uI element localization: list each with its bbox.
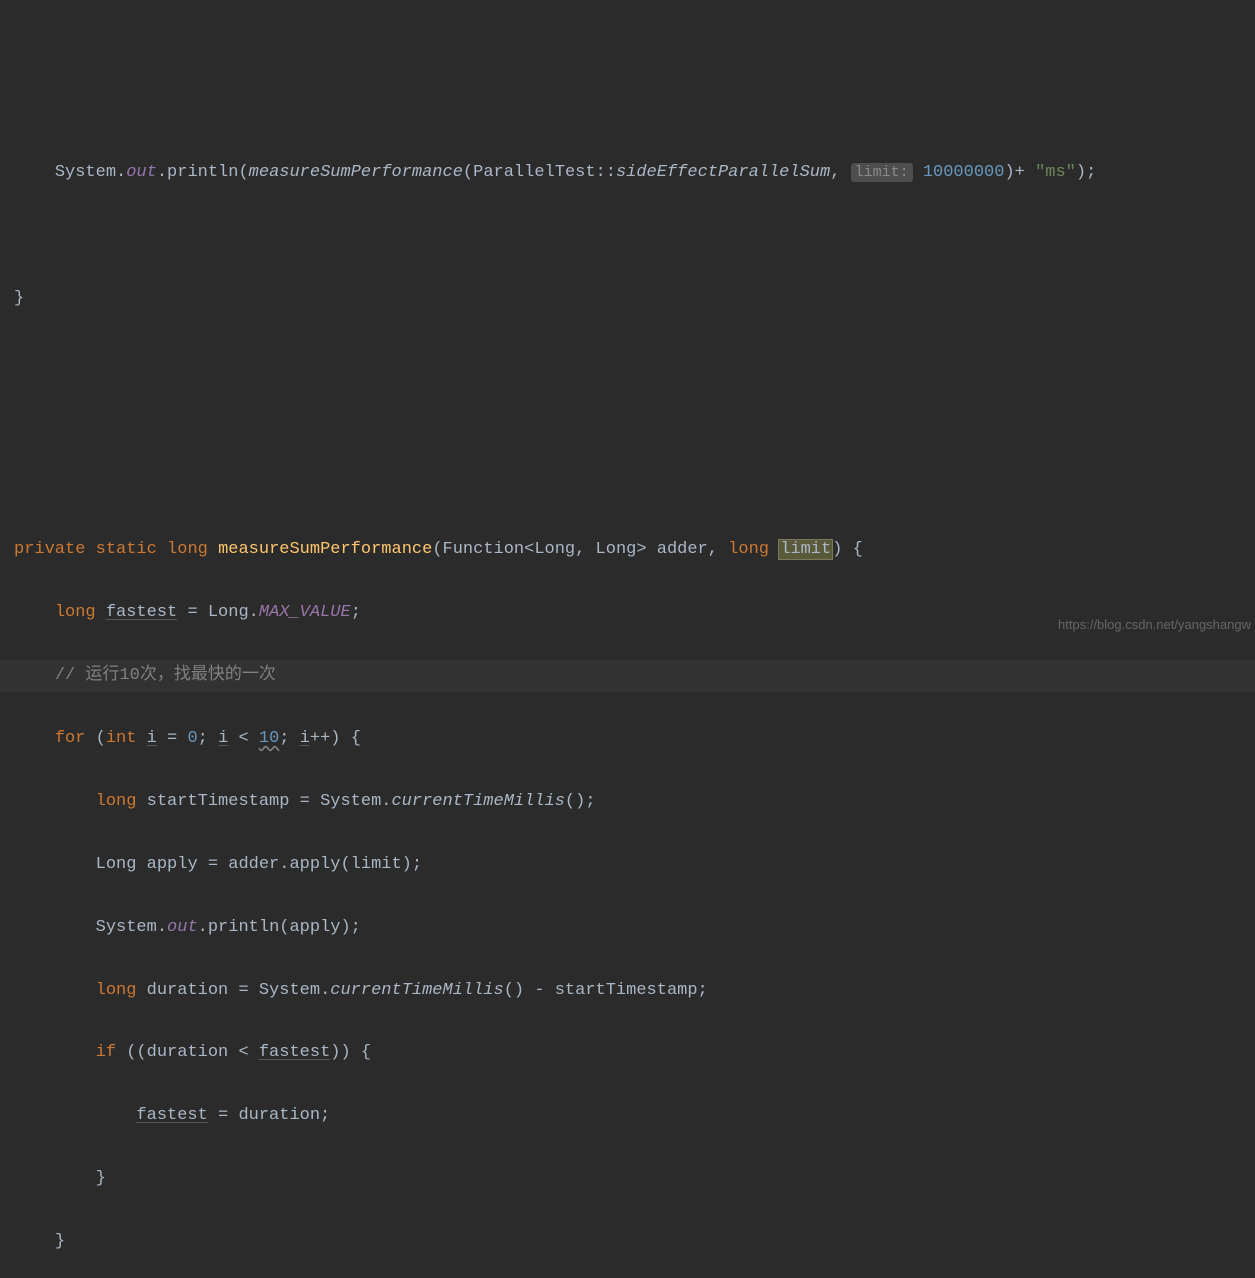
code-line: [0, 472, 1255, 503]
method-ref: sideEffectParallelSum: [616, 163, 830, 182]
indent: [14, 1232, 55, 1251]
code-text: );: [1076, 163, 1096, 182]
code-text: ();: [565, 792, 596, 811]
parameter-hint: limit:: [851, 163, 913, 182]
constant: MAX_VALUE: [259, 603, 351, 622]
code-line: private static long measureSumPerformanc…: [0, 534, 1255, 565]
code-text: Long apply = adder.apply(limit);: [96, 855, 422, 874]
code-text: )) {: [330, 1043, 371, 1062]
keyword: long: [96, 792, 137, 811]
code-line: if ((duration < fastest)) {: [0, 1037, 1255, 1068]
code-line: [0, 409, 1255, 440]
code-line: fastest = duration;: [0, 1100, 1255, 1131]
code-text: <: [228, 729, 259, 748]
method-call: measureSumPerformance: [249, 163, 463, 182]
code-text: ) {: [832, 540, 863, 559]
indent: [14, 603, 55, 622]
static-field: out: [167, 918, 198, 937]
code-text: (: [85, 729, 105, 748]
code-text: = duration;: [208, 1106, 330, 1125]
variable: fastest: [106, 603, 177, 622]
code-text: ;: [198, 729, 218, 748]
code-line: long duration = System.currentTimeMillis…: [0, 975, 1255, 1006]
code-text: = Long.: [177, 603, 259, 622]
keyword: long: [728, 540, 769, 559]
code-text: )+: [1004, 163, 1035, 182]
static-method: currentTimeMillis: [391, 792, 564, 811]
code-text: ((duration <: [116, 1043, 259, 1062]
number-literal: 10: [259, 729, 279, 748]
indent: [14, 981, 96, 1000]
number-literal: 0: [187, 729, 197, 748]
indent: [14, 1169, 96, 1188]
variable: i: [300, 729, 310, 748]
code-text: duration = System.: [136, 981, 330, 1000]
code-line: }: [0, 1163, 1255, 1194]
code-text: ;: [279, 729, 299, 748]
keyword: long: [167, 540, 208, 559]
code-line: System.out.println(measureSumPerformance…: [0, 157, 1255, 188]
static-field: out: [126, 163, 157, 182]
code-line: [0, 346, 1255, 377]
code-line: System.out.println(apply);: [0, 912, 1255, 943]
code-line: Long apply = adder.apply(limit);: [0, 849, 1255, 880]
code-text: startTimestamp = System.: [136, 792, 391, 811]
code-line: }: [0, 1226, 1255, 1257]
code-text: ,: [830, 163, 850, 182]
code-text: System.: [96, 918, 167, 937]
code-text: (ParallelTest::: [463, 163, 616, 182]
code-text: [913, 163, 923, 182]
watermark: https://blog.csdn.net/yangshangw: [1058, 613, 1251, 637]
number-literal: 10000000: [923, 163, 1005, 182]
keyword: if: [96, 1043, 116, 1062]
code-text: (Function<Long, Long> adder,: [432, 540, 728, 559]
variable: fastest: [136, 1106, 207, 1125]
static-method: currentTimeMillis: [330, 981, 503, 1000]
string-literal: "ms": [1035, 163, 1076, 182]
keyword: long: [55, 603, 96, 622]
code-text: [136, 729, 146, 748]
indent: [14, 729, 55, 748]
variable: fastest: [259, 1043, 330, 1062]
comment: // 运行10次，找最快的一次: [55, 666, 276, 685]
code-line: }: [0, 283, 1255, 314]
indent: [14, 918, 96, 937]
variable: i: [147, 729, 157, 748]
code-line-current: // 运行10次，找最快的一次: [0, 660, 1255, 691]
code-text: ++) {: [310, 729, 361, 748]
code-text: =: [157, 729, 188, 748]
method-declaration: measureSumPerformance: [218, 540, 432, 559]
brace: }: [14, 289, 24, 308]
code-editor[interactable]: System.out.println(measureSumPerformance…: [0, 126, 1255, 1278]
keyword: for: [55, 729, 86, 748]
search-match: limit: [778, 539, 833, 560]
code-line: [0, 220, 1255, 251]
keyword: static: [96, 540, 157, 559]
indent: [14, 792, 96, 811]
code-text: [96, 603, 106, 622]
code-line: long startTimestamp = System.currentTime…: [0, 786, 1255, 817]
code-text: System.: [55, 163, 126, 182]
indent: [14, 666, 55, 685]
indent: [14, 1043, 96, 1062]
indent: [14, 855, 96, 874]
keyword: private: [14, 540, 85, 559]
brace: }: [96, 1169, 106, 1188]
code-text: ;: [351, 603, 361, 622]
code-text: .println(: [157, 163, 249, 182]
code-text: () - startTimestamp;: [504, 981, 708, 1000]
keyword: long: [96, 981, 137, 1000]
code-text: .println(apply);: [198, 918, 361, 937]
brace: }: [55, 1232, 65, 1251]
variable: i: [218, 729, 228, 748]
keyword: int: [106, 729, 137, 748]
code-line: for (int i = 0; i < 10; i++) {: [0, 723, 1255, 754]
indent: [14, 1106, 136, 1125]
indent: [14, 163, 55, 182]
